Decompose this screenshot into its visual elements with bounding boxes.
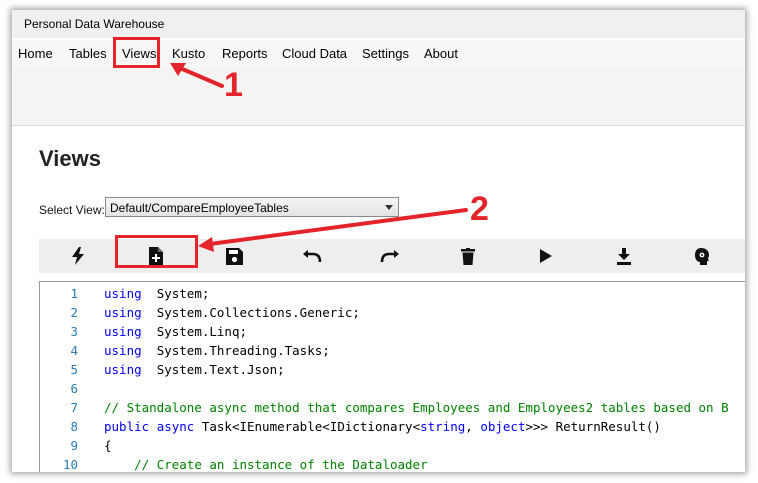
annotation-arrow-1 xyxy=(178,66,224,88)
annotation-arrow-2 xyxy=(208,208,468,246)
annotation-arrows xyxy=(170,63,468,252)
arrowhead-2-icon xyxy=(198,237,214,252)
